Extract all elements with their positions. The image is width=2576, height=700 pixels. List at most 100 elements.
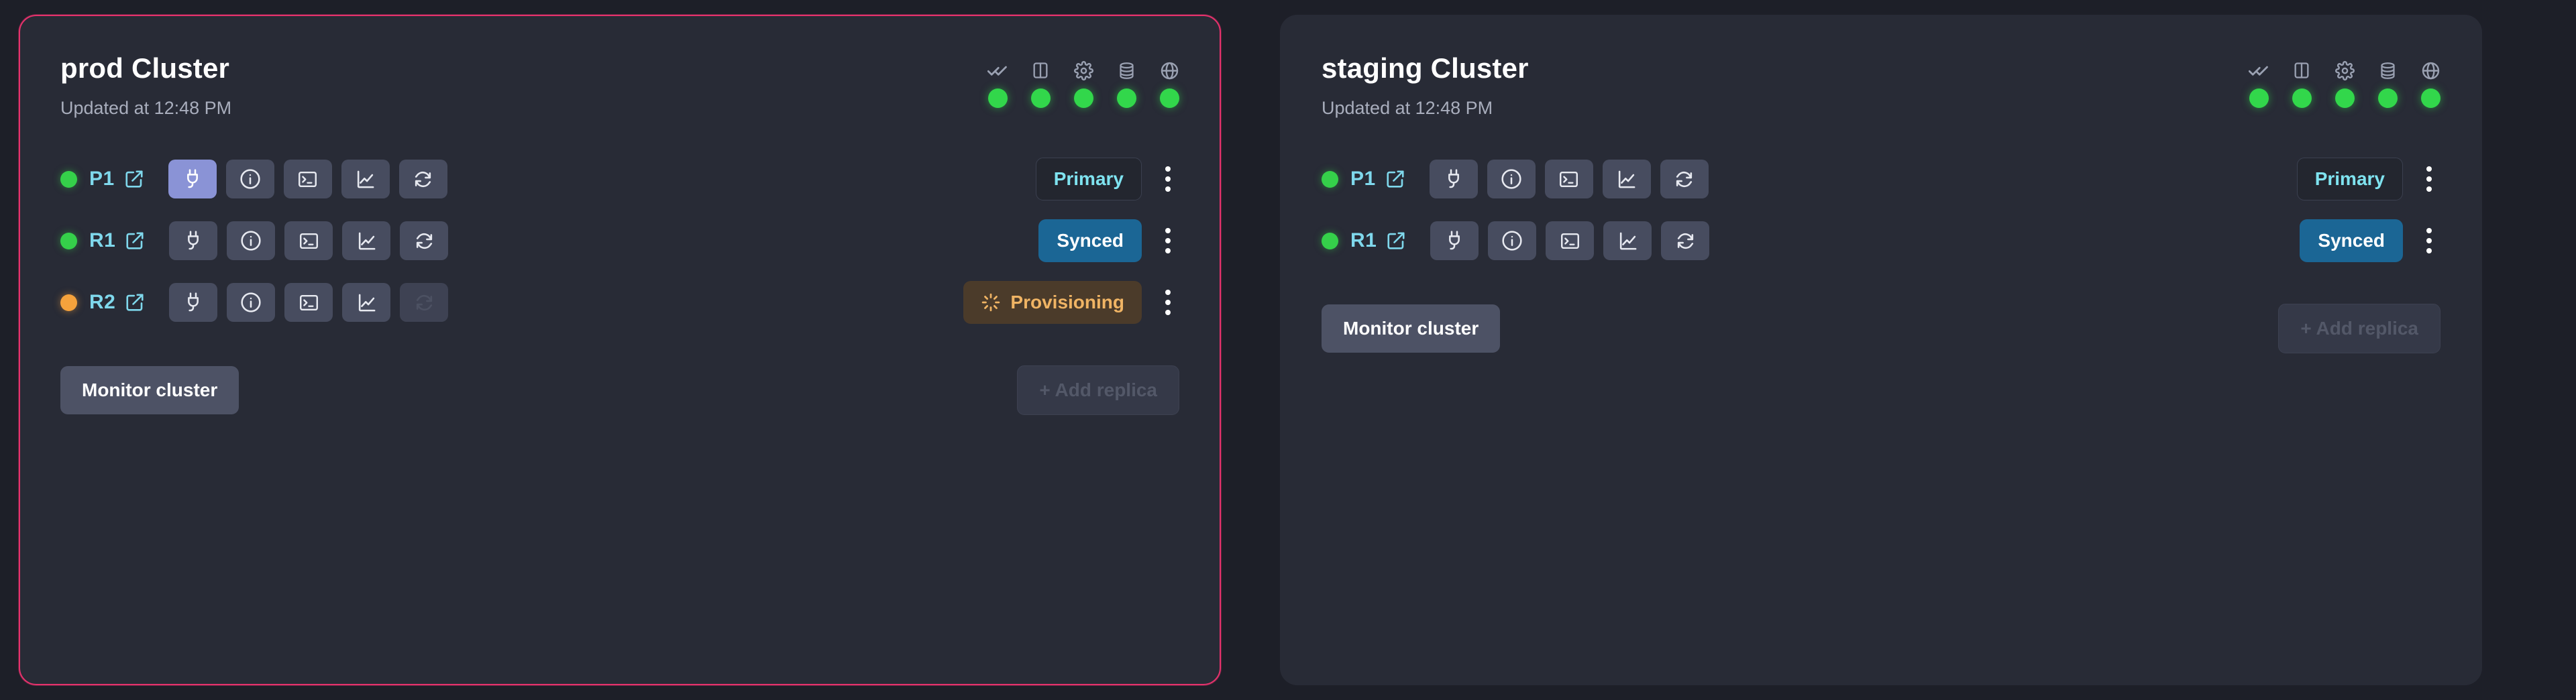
- health-indicator[interactable]: [2292, 60, 2312, 108]
- status-dot: [1159, 89, 1179, 108]
- table-row: P1 Primary: [1322, 148, 2440, 210]
- row-overflow-menu-button[interactable]: [1157, 160, 1179, 198]
- terminal-button[interactable]: [1544, 160, 1593, 199]
- replica-list: P1 Primary R1 Synced R2 Provisioning: [60, 148, 1179, 333]
- database-icon: [2377, 60, 2398, 80]
- health-indicator[interactable]: [2377, 60, 2398, 108]
- plug-button[interactable]: [1430, 221, 1479, 261]
- table-row: P1 Primary: [60, 148, 1179, 210]
- refresh-icon: [1677, 233, 1693, 249]
- terminal-button[interactable]: [283, 160, 332, 199]
- replica-action-buttons: [1430, 221, 1710, 261]
- replica-identity: R2: [60, 291, 145, 314]
- terminal-icon: [1560, 171, 1578, 187]
- health-indicator[interactable]: [987, 60, 1008, 108]
- info-button[interactable]: [1487, 160, 1536, 199]
- replica-status-dot: [1322, 232, 1338, 249]
- row-overflow-menu-button[interactable]: [2418, 221, 2440, 260]
- replica-identity: R1: [60, 229, 145, 252]
- plug-icon: [186, 169, 198, 188]
- info-button[interactable]: [225, 160, 274, 199]
- card-header: prod Cluster Updated at 12:48 PM: [60, 53, 1179, 119]
- terminal-icon: [299, 233, 318, 249]
- line-chart-button[interactable]: [341, 160, 390, 199]
- health-indicator[interactable]: [2334, 60, 2355, 108]
- health-indicator-strip: [2249, 54, 2440, 108]
- health-indicator[interactable]: [2249, 60, 2269, 108]
- cluster-card: prod Cluster Updated at 12:48 PM P1 Primary…: [19, 15, 1221, 685]
- refresh-button[interactable]: [1660, 160, 1709, 199]
- replica-status-dot: [60, 232, 77, 249]
- status-badge-label: Synced: [1057, 230, 1124, 251]
- line-chart-button[interactable]: [342, 221, 391, 261]
- plug-button[interactable]: [1429, 160, 1478, 199]
- status-dot: [1073, 89, 1093, 108]
- refresh-button[interactable]: [1661, 221, 1710, 261]
- status-dot: [987, 89, 1008, 108]
- terminal-button[interactable]: [284, 283, 333, 323]
- refresh-icon: [416, 233, 432, 249]
- info-button[interactable]: [1488, 221, 1537, 261]
- status-dot: [2292, 89, 2312, 108]
- line-chart-button[interactable]: [1602, 160, 1651, 199]
- health-indicator[interactable]: [1030, 60, 1051, 108]
- replica-status-area: Synced: [1038, 219, 1179, 263]
- status-badge-label: Primary: [1053, 168, 1124, 190]
- line-chart-button[interactable]: [342, 283, 391, 323]
- terminal-button[interactable]: [284, 221, 333, 261]
- title-block: prod Cluster Updated at 12:48 PM: [60, 53, 232, 119]
- info-icon: [241, 231, 261, 251]
- health-indicator-strip: [987, 54, 1179, 108]
- plug-button[interactable]: [169, 283, 218, 323]
- replica-status-dot: [60, 294, 77, 311]
- updated-timestamp: Updated at 12:48 PM: [1322, 98, 1493, 119]
- cluster-dashboard: prod Cluster Updated at 12:48 PM P1 Primary…: [0, 0, 2576, 700]
- plug-icon: [1448, 169, 1459, 188]
- terminal-button[interactable]: [1546, 221, 1595, 261]
- row-overflow-menu-button[interactable]: [2418, 160, 2440, 198]
- plug-button[interactable]: [168, 160, 217, 199]
- globe-icon: [1159, 60, 1179, 80]
- info-button[interactable]: [227, 283, 276, 323]
- info-button[interactable]: [227, 221, 276, 261]
- replica-status-area: Primary: [2296, 158, 2440, 201]
- monitor-cluster-button[interactable]: Monitor cluster: [60, 366, 239, 415]
- replica-status-dot: [60, 170, 77, 188]
- health-indicator[interactable]: [2420, 60, 2440, 108]
- globe-icon: [2420, 60, 2440, 80]
- external-link-icon[interactable]: [124, 169, 144, 189]
- refresh-button[interactable]: [400, 221, 449, 261]
- info-icon: [1501, 169, 1521, 189]
- health-indicator[interactable]: [1116, 60, 1136, 108]
- terminal-icon: [299, 294, 318, 310]
- replica-node-id: P1: [89, 168, 115, 190]
- health-indicator[interactable]: [1159, 60, 1179, 108]
- plug-button[interactable]: [169, 221, 218, 261]
- line-chart-button[interactable]: [1603, 221, 1652, 261]
- plug-icon: [1449, 231, 1460, 250]
- line-chart-icon: [358, 232, 376, 250]
- panel-icon: [2292, 60, 2312, 80]
- health-indicator[interactable]: [1073, 60, 1093, 108]
- check-check-icon: [987, 60, 1008, 80]
- line-chart-icon: [1619, 232, 1637, 250]
- refresh-button[interactable]: [398, 160, 447, 199]
- status-dot: [2334, 89, 2355, 108]
- status-badge: Primary: [1035, 158, 1142, 201]
- check-check-icon: [2249, 60, 2269, 80]
- external-link-icon[interactable]: [125, 231, 145, 251]
- panel-icon: [1030, 60, 1051, 80]
- external-link-icon[interactable]: [1385, 169, 1405, 189]
- replica-node-id: P1: [1350, 168, 1376, 190]
- row-overflow-menu-button[interactable]: [1157, 283, 1179, 322]
- external-link-icon[interactable]: [1386, 231, 1406, 251]
- refresh-icon: [416, 294, 432, 310]
- status-badge: Provisioning: [963, 281, 1142, 325]
- replica-node-id: R2: [89, 291, 116, 314]
- monitor-cluster-button[interactable]: Monitor cluster: [1322, 304, 1501, 353]
- row-overflow-menu-button[interactable]: [1157, 221, 1179, 260]
- updated-timestamp: Updated at 12:48 PM: [60, 98, 232, 119]
- replica-status-area: Synced: [2300, 219, 2440, 263]
- plug-icon: [188, 231, 199, 250]
- external-link-icon[interactable]: [125, 292, 145, 312]
